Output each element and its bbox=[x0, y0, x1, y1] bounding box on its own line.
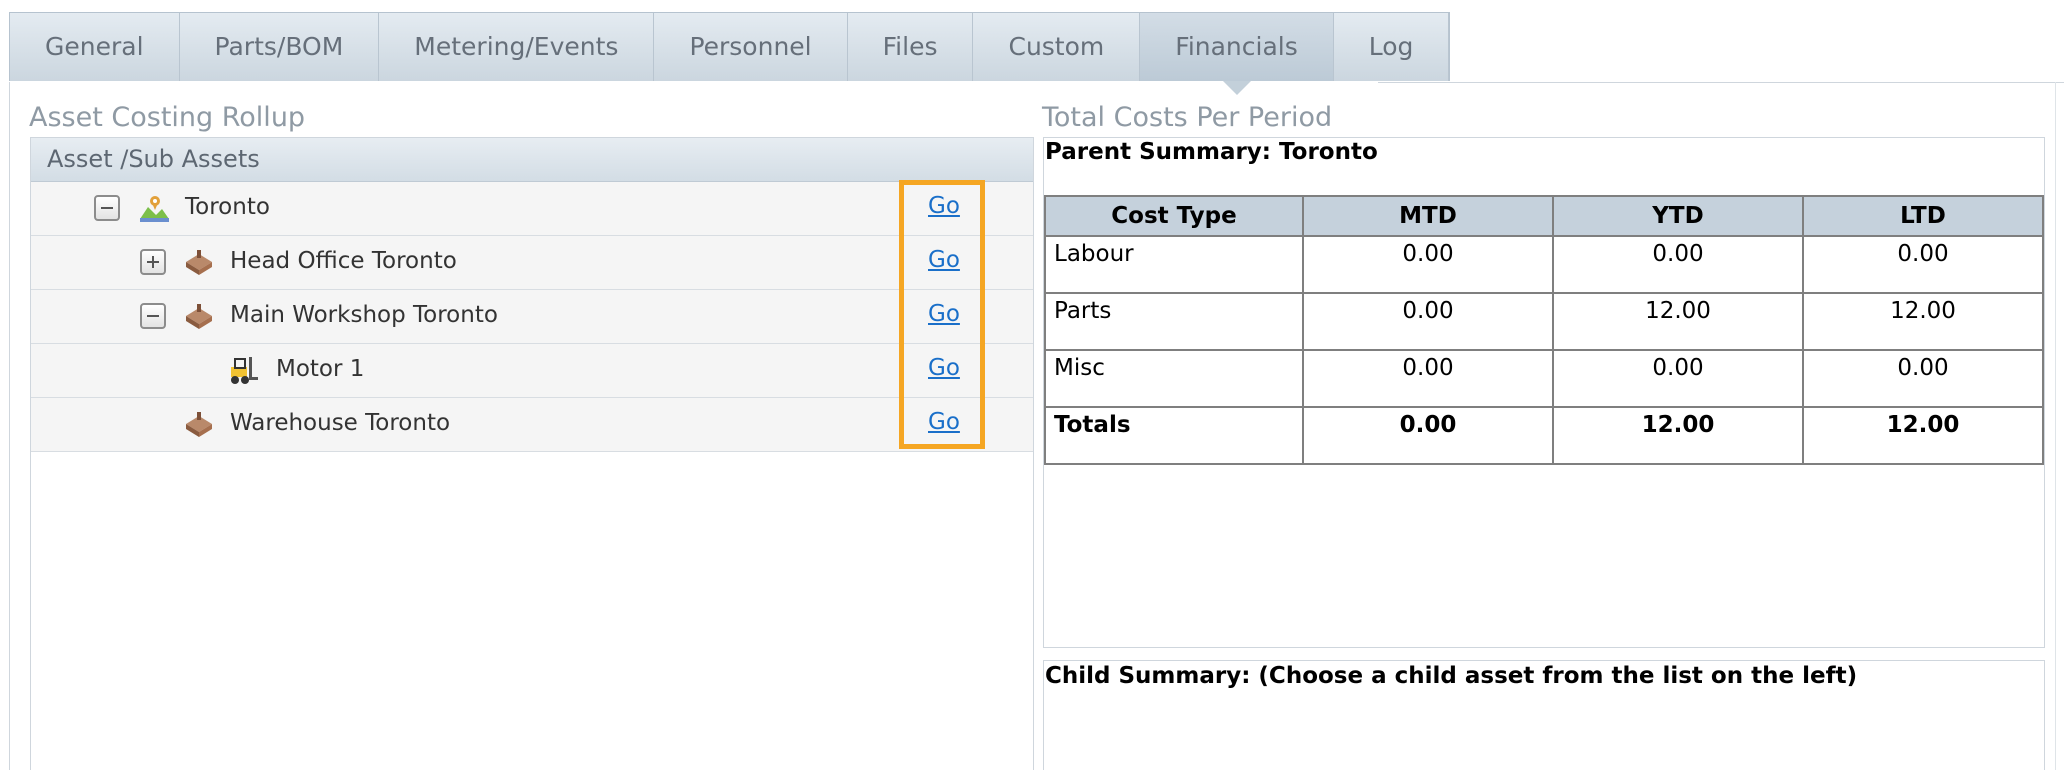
tree-row-motor-1: Motor 1 Go bbox=[31, 344, 1033, 398]
tree-header: Asset /Sub Assets bbox=[31, 138, 1033, 182]
column-header: YTD bbox=[1552, 195, 1804, 237]
go-link-toronto[interactable]: Go bbox=[928, 193, 960, 219]
ytd-cell: 0.00 bbox=[1552, 349, 1804, 408]
costs-title: Total Costs Per Period bbox=[1042, 102, 1333, 133]
go-link-motor-1[interactable]: Go bbox=[928, 355, 960, 381]
tab-personnel[interactable]: Personnel bbox=[654, 13, 848, 81]
collapse-icon[interactable] bbox=[94, 195, 120, 221]
tab-log[interactable]: Log bbox=[1333, 13, 1450, 81]
tab-parts-bom[interactable]: Parts/BOM bbox=[179, 13, 380, 81]
financials-view: General Parts/BOM Metering/Events Person… bbox=[0, 0, 2064, 770]
tree-row-warehouse: Warehouse Toronto Go bbox=[31, 398, 1033, 452]
totals-label: Totals bbox=[1044, 406, 1304, 465]
tab-financials[interactable]: Financials bbox=[1140, 13, 1334, 95]
location-icon bbox=[140, 196, 169, 222]
mtd-total: 0.00 bbox=[1302, 406, 1554, 465]
cost-table-header: Cost Type MTD YTD LTD bbox=[1044, 195, 2044, 237]
ltd-cell: 0.00 bbox=[1802, 349, 2044, 408]
building-icon bbox=[186, 412, 212, 437]
tab-bar: General Parts/BOM Metering/Events Person… bbox=[9, 12, 1451, 95]
child-summary-title: Child Summary: (Choose a child asset fro… bbox=[1045, 663, 1858, 689]
cost-type-cell: Labour bbox=[1044, 235, 1304, 294]
tree-node-label[interactable]: Toronto bbox=[185, 194, 270, 220]
tree-node-label[interactable]: Main Workshop Toronto bbox=[230, 302, 498, 328]
totals-row: Totals 0.00 12.00 12.00 bbox=[1044, 406, 2044, 465]
ltd-cell: 0.00 bbox=[1802, 235, 2044, 294]
cost-type-cell: Parts bbox=[1044, 292, 1304, 351]
ytd-cell: 0.00 bbox=[1552, 235, 1804, 294]
tree-row-head-office: Head Office Toronto Go bbox=[31, 236, 1033, 290]
ytd-total: 12.00 bbox=[1552, 406, 1804, 465]
building-icon bbox=[186, 304, 212, 329]
go-link-head-office[interactable]: Go bbox=[928, 247, 960, 273]
ltd-cell: 12.00 bbox=[1802, 292, 2044, 351]
ytd-cell: 12.00 bbox=[1552, 292, 1804, 351]
collapse-icon[interactable] bbox=[140, 303, 166, 329]
mtd-cell: 0.00 bbox=[1302, 292, 1554, 351]
cost-type-cell: Misc bbox=[1044, 349, 1304, 408]
mtd-cell: 0.00 bbox=[1302, 349, 1554, 408]
table-row: Labour 0.00 0.00 0.00 bbox=[1044, 235, 2044, 294]
table-row: Misc 0.00 0.00 0.00 bbox=[1044, 349, 2044, 408]
table-row: Parts 0.00 12.00 12.00 bbox=[1044, 292, 2044, 351]
content-right-border bbox=[2055, 82, 2056, 770]
tree-row-toronto: Toronto Go bbox=[31, 182, 1033, 236]
building-icon bbox=[186, 250, 212, 275]
tab-custom[interactable]: Custom bbox=[973, 13, 1141, 81]
tab-metering-events[interactable]: Metering/Events bbox=[379, 13, 655, 81]
ltd-total: 12.00 bbox=[1802, 406, 2044, 465]
asset-tree-panel: Asset /Sub Assets Toronto Go Head Office… bbox=[30, 137, 1034, 770]
column-header: LTD bbox=[1802, 195, 2044, 237]
column-header: MTD bbox=[1302, 195, 1554, 237]
parent-summary-title: Parent Summary: Toronto bbox=[1045, 139, 1378, 165]
mtd-cell: 0.00 bbox=[1302, 235, 1554, 294]
rollup-title: Asset Costing Rollup bbox=[29, 102, 306, 133]
cost-table: Cost Type MTD YTD LTD Labour 0.00 0.00 0… bbox=[1044, 195, 2044, 465]
tree-row-main-workshop: Main Workshop Toronto Go bbox=[31, 290, 1033, 344]
column-header: Cost Type bbox=[1044, 195, 1304, 237]
go-link-main-workshop[interactable]: Go bbox=[928, 301, 960, 327]
tree-node-label[interactable]: Motor 1 bbox=[276, 356, 364, 382]
tree-node-label[interactable]: Warehouse Toronto bbox=[230, 410, 450, 436]
expand-icon[interactable] bbox=[140, 249, 166, 275]
forklift-icon bbox=[231, 357, 258, 384]
tab-files[interactable]: Files bbox=[847, 13, 974, 81]
tree-node-label[interactable]: Head Office Toronto bbox=[230, 248, 457, 274]
tab-general[interactable]: General bbox=[10, 13, 180, 81]
go-link-warehouse[interactable]: Go bbox=[928, 409, 960, 435]
